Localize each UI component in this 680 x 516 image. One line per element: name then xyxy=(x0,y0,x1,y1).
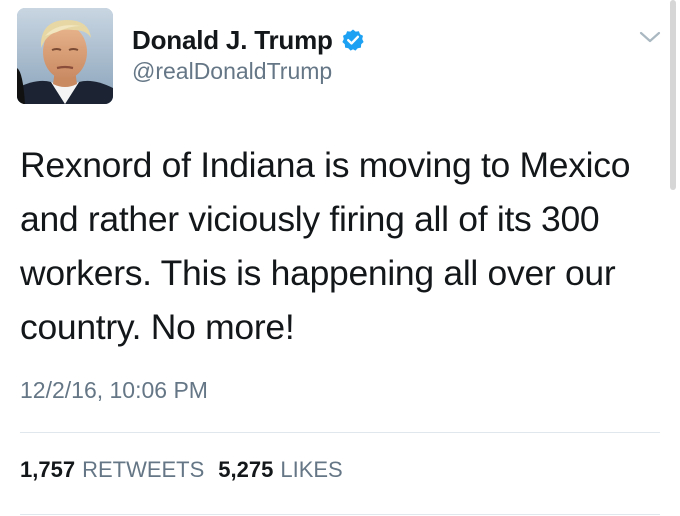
avatar[interactable] xyxy=(17,8,113,104)
divider xyxy=(20,432,660,433)
likes-count: 5,275 xyxy=(218,457,274,482)
author-name-row: Donald J. Trump xyxy=(132,24,365,56)
retweets-stat[interactable]: 1,757 RETWEETS xyxy=(20,457,204,483)
chevron-down-icon[interactable] xyxy=(636,26,664,48)
tweet-card: Donald J. Trump @realDonaldTrump Rexnord… xyxy=(0,0,680,516)
tweet-text: Rexnord of Indiana is moving to Mexico a… xyxy=(20,145,631,347)
avatar-image xyxy=(17,8,113,104)
tweet-timestamp[interactable]: 12/2/16, 10:06 PM xyxy=(20,377,208,404)
divider xyxy=(20,514,660,515)
likes-label: LIKES xyxy=(280,457,343,482)
retweets-label: RETWEETS xyxy=(82,457,205,482)
likes-stat[interactable]: 5,275 LIKES xyxy=(218,457,342,483)
retweets-count: 1,757 xyxy=(20,457,76,482)
tweet-stats: 1,757 RETWEETS 5,275 LIKES xyxy=(20,457,343,483)
scrollbar[interactable] xyxy=(670,0,676,190)
verified-badge-icon xyxy=(341,28,365,52)
display-name[interactable]: Donald J. Trump xyxy=(132,25,333,56)
author-handle[interactable]: @realDonaldTrump xyxy=(132,58,332,85)
